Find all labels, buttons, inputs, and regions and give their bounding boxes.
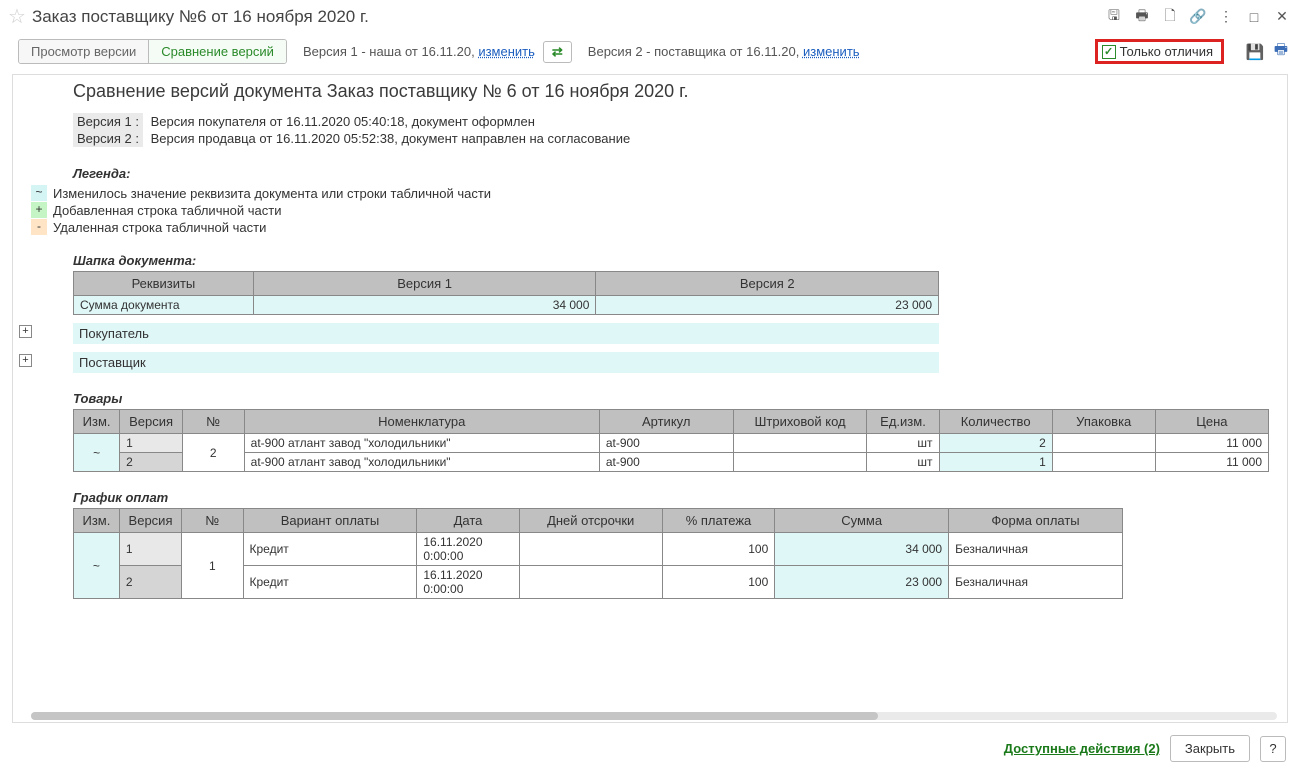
close-icon[interactable]: ✕ (1274, 9, 1290, 25)
close-button[interactable]: Закрыть (1170, 735, 1250, 762)
window-title: Заказ поставщику №6 от 16 ноября 2020 г. (32, 7, 1106, 27)
legend-added: +Добавленная строка табличной части (31, 202, 1277, 218)
header-section-title: Шапка документа: (73, 253, 1277, 268)
version2-info: Версия 2 : Версия продавца от 16.11.2020… (73, 131, 1277, 146)
available-actions-link[interactable]: Доступные действия (2) (1004, 741, 1160, 756)
change-version2-link[interactable]: изменить (803, 44, 860, 59)
goods-row-v1: ~ 1 2 at-900 атлант завод "холодильники"… (74, 434, 1269, 453)
pay-row-v1: ~ 1 1 Кредит 16.11.2020 0:00:00 100 34 0… (74, 533, 1123, 566)
link-icon[interactable]: 🔗 (1190, 9, 1206, 25)
only-differences-checkbox[interactable]: ✓ Только отличия (1095, 39, 1224, 64)
compare-versions-button[interactable]: Сравнение версий (149, 40, 286, 63)
expand-supplier-button[interactable]: + (19, 354, 32, 367)
legend-changed: ~Изменилось значение реквизита документа… (31, 185, 1277, 201)
legend-removed: -Удаленная строка табличной части (31, 219, 1277, 235)
view-mode-toggle: Просмотр версии Сравнение версий (18, 39, 287, 64)
goods-title: Товары (73, 391, 1277, 406)
favorite-star-icon[interactable]: ☆ (8, 4, 26, 29)
more-icon[interactable]: ⋮ (1218, 9, 1234, 25)
header-table: РеквизитыВерсия 1Версия 2 Сумма документ… (73, 271, 939, 315)
legend-title: Легенда: (73, 166, 1277, 181)
version1-info: Версия 1 : Версия покупателя от 16.11.20… (73, 114, 1277, 129)
payment-title: График оплат (73, 490, 1277, 505)
goods-table: Изм. Версия № Номенклатура Артикул Штрих… (73, 409, 1269, 472)
buyer-section: + Покупатель (73, 323, 939, 344)
change-version1-link[interactable]: изменить (478, 44, 535, 59)
view-version-button[interactable]: Просмотр версии (19, 40, 149, 63)
maximize-icon[interactable]: □ (1246, 9, 1262, 25)
version1-label: Версия 1 - наша от 16.11.20, изменить (303, 44, 535, 59)
swap-versions-button[interactable]: ⇄ (543, 41, 572, 63)
disk-icon[interactable]: 💾 (1246, 43, 1264, 61)
header-row-sum: Сумма документа 34 000 23 000 (74, 296, 939, 315)
print-icon[interactable]: 🖶 (1134, 9, 1150, 25)
supplier-section: + Поставщик (73, 352, 939, 373)
printer-icon[interactable]: 🖶 (1272, 43, 1290, 61)
preview-icon[interactable]: 🗋 (1162, 9, 1178, 25)
horizontal-scrollbar[interactable] (31, 712, 1277, 720)
goods-row-v2: 2 at-900 атлант завод "холодильники" at-… (74, 453, 1269, 472)
expand-buyer-button[interactable]: + (19, 325, 32, 338)
payment-table: Изм. Версия № Вариант оплаты Дата Дней о… (73, 508, 1123, 599)
save-icon[interactable]: 🖫 (1106, 9, 1122, 25)
help-button[interactable]: ? (1260, 736, 1286, 762)
check-icon: ✓ (1102, 45, 1116, 59)
version2-label: Версия 2 - поставщика от 16.11.20, измен… (588, 44, 860, 59)
comparison-title: Сравнение версий документа Заказ поставщ… (73, 81, 1277, 102)
